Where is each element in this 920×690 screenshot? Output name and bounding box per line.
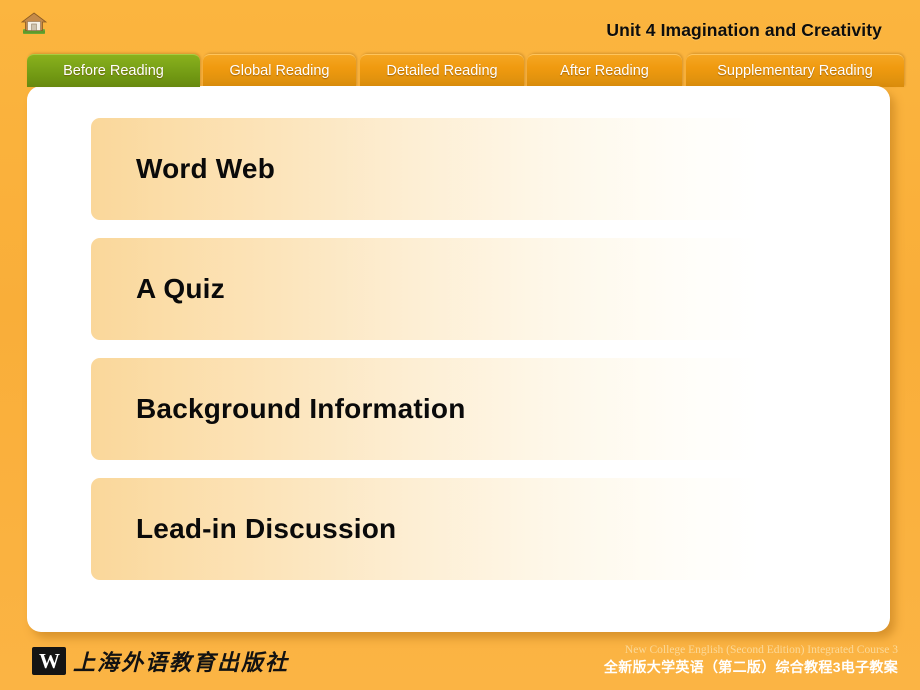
menu-item-word-web[interactable]: Word Web — [91, 118, 851, 220]
tab-supplementary-reading[interactable]: Supplementary Reading — [686, 54, 904, 87]
footer-bar: W 上海外语教育出版社 New College English (Second … — [0, 636, 920, 690]
publisher-logo: W 上海外语教育出版社 — [32, 644, 289, 678]
menu-item-label: Lead-in Discussion — [136, 513, 397, 544]
tab-detailed-reading[interactable]: Detailed Reading — [360, 54, 524, 87]
menu-item-background-information[interactable]: Background Information — [91, 358, 851, 460]
menu-item-label: A Quiz — [136, 273, 225, 304]
course-title-chinese: 全新版大学英语（第二版）综合教程3电子教案 — [603, 659, 898, 675]
menu-item-a-quiz[interactable]: A Quiz — [91, 238, 851, 340]
course-info: New College English (Second Edition) Int… — [604, 643, 898, 677]
page-title: Unit 4 Imagination and Creativity — [606, 20, 882, 40]
menu-list: Word Web A Quiz Background Information Lead… — [91, 118, 851, 580]
menu-item-label: Background Information — [136, 393, 466, 424]
header-bar: Unit 4 Imagination and Creativity — [0, 0, 920, 50]
slide-root: Unit 4 Imagination and Creativity Before… — [0, 0, 920, 690]
content-card: Word Web A Quiz Background Information Lead… — [27, 86, 890, 632]
tab-before-reading[interactable]: Before Reading — [27, 54, 200, 87]
tab-bar: Before Reading Global Reading Detailed Rea… — [0, 54, 920, 88]
tab-after-reading[interactable]: After Reading — [527, 54, 682, 87]
course-title-english: New College English (Second Edition) Int… — [624, 644, 898, 656]
publisher-name: 上海外语教育出版社 — [73, 650, 290, 675]
tab-global-reading[interactable]: Global Reading — [203, 54, 356, 87]
menu-item-label: Word Web — [136, 153, 276, 184]
publisher-mark-icon: W — [32, 647, 66, 675]
menu-item-lead-in-discussion[interactable]: Lead-in Discussion — [91, 478, 851, 580]
home-icon[interactable] — [20, 9, 48, 37]
